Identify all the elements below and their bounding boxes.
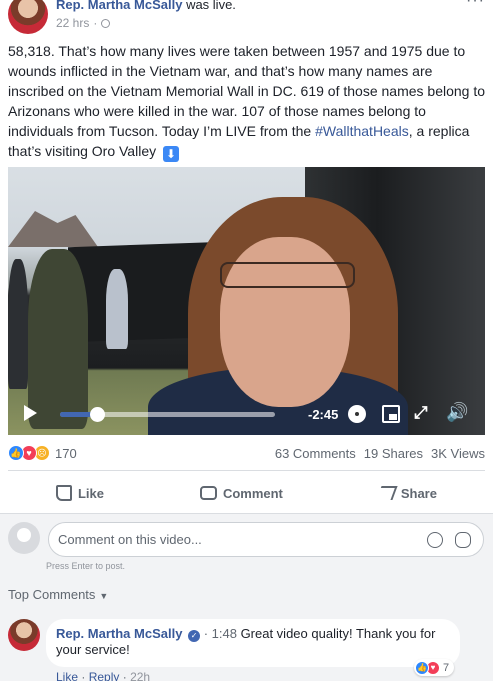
video-speaker-glasses [220, 262, 355, 288]
video-mountain [8, 211, 98, 247]
comment-reactions[interactable]: 👍 ♥ 7 [414, 659, 455, 676]
comment-video-timestamp[interactable]: · 1:48 [204, 626, 237, 641]
share-icon [376, 486, 398, 500]
post-timestamp[interactable]: 22 hrs [56, 16, 89, 30]
post-stats: 👍 ♥ ☹ 170 63 Comments 19 Shares 3K Views [8, 444, 485, 464]
current-user-avatar [8, 522, 40, 554]
separator: · [122, 670, 127, 681]
author-action: was live. [186, 0, 236, 12]
globe-icon [101, 18, 111, 28]
meta-separator: · [93, 16, 98, 30]
share-button-label: Share [400, 485, 437, 501]
comment-like-link[interactable]: Like [56, 670, 78, 681]
comment-input[interactable] [58, 532, 408, 547]
commenter-name[interactable]: Rep. Martha McSally [56, 626, 182, 641]
comment-age[interactable]: 22h [130, 670, 150, 681]
play-icon[interactable] [24, 405, 37, 421]
post-meta: 22 hrs · [56, 16, 111, 30]
commenter-avatar[interactable] [8, 619, 40, 651]
comment-sort-dropdown[interactable]: Top Comments ▼ [8, 587, 108, 602]
post-text: 58,318. That’s how many lives were taken… [8, 41, 486, 162]
comment-sort-label: Top Comments [8, 587, 96, 602]
engagement-counts: 63 Comments 19 Shares 3K Views [275, 446, 485, 461]
thumbs-up-icon [55, 485, 72, 501]
reaction-count: 170 [55, 445, 77, 461]
comment-bubble: Rep. Martha McSally ✓ · 1:48 Great video… [46, 619, 460, 667]
author-avatar[interactable] [8, 0, 48, 34]
comment-box[interactable] [48, 522, 484, 557]
comment-button[interactable]: Comment [199, 485, 283, 501]
comment-actions: Like · Reply · 22h [56, 670, 150, 681]
gear-icon[interactable] [348, 405, 366, 423]
video-visitor [106, 269, 128, 349]
reaction-summary[interactable]: 👍 ♥ ☹ 170 [8, 445, 77, 461]
post-header: Rep. Martha McSally was live. 22 hrs · ·… [0, 0, 493, 36]
down-arrow-emoji-icon: ⬇ [163, 146, 179, 162]
sticker-icon[interactable] [455, 532, 471, 548]
comment-button-label: Comment [222, 485, 283, 501]
hashtag-link[interactable]: #WallthatHeals [315, 123, 409, 139]
like-reaction-icon: 👍 [8, 445, 24, 461]
video-controls: -2:45 ⤢ 🔊 [8, 391, 485, 435]
pip-icon[interactable] [382, 405, 400, 423]
shares-count[interactable]: 19 Shares [364, 446, 423, 461]
comments-count[interactable]: 63 Comments [275, 446, 356, 461]
views-count: 3K Views [431, 446, 485, 461]
like-reaction-icon: 👍 [415, 660, 429, 675]
like-button-label: Like [77, 485, 104, 501]
divider [8, 470, 485, 471]
more-options-icon[interactable]: ··· [466, 0, 485, 10]
comment-icon [199, 486, 217, 500]
comment-reply-link[interactable]: Reply [89, 670, 120, 681]
video-bystander [8, 259, 28, 389]
emoji-icon[interactable] [427, 532, 443, 548]
comment-reaction-count: 7 [443, 661, 450, 674]
share-button[interactable]: Share [376, 485, 437, 501]
press-enter-hint: Press Enter to post. [46, 561, 126, 571]
video-player[interactable]: -2:45 ⤢ 🔊 [8, 167, 485, 435]
separator: · [81, 670, 86, 681]
author-name[interactable]: Rep. Martha McSally [56, 0, 182, 12]
volume-icon[interactable]: 🔊 [446, 402, 468, 423]
time-remaining: -2:45 [308, 407, 339, 422]
verified-badge-icon: ✓ [188, 630, 201, 642]
seek-bar[interactable] [60, 407, 275, 422]
expand-icon[interactable]: ⤢ [414, 403, 428, 423]
action-bar: Like Comment Share [8, 478, 485, 508]
seek-thumb[interactable] [89, 407, 105, 422]
chevron-down-icon: ▼ [99, 591, 109, 601]
author-line: Rep. Martha McSally was live. [56, 0, 236, 12]
comments-section: Press Enter to post. Top Comments▼ Rep. … [0, 513, 493, 681]
like-button[interactable]: Like [55, 485, 104, 501]
